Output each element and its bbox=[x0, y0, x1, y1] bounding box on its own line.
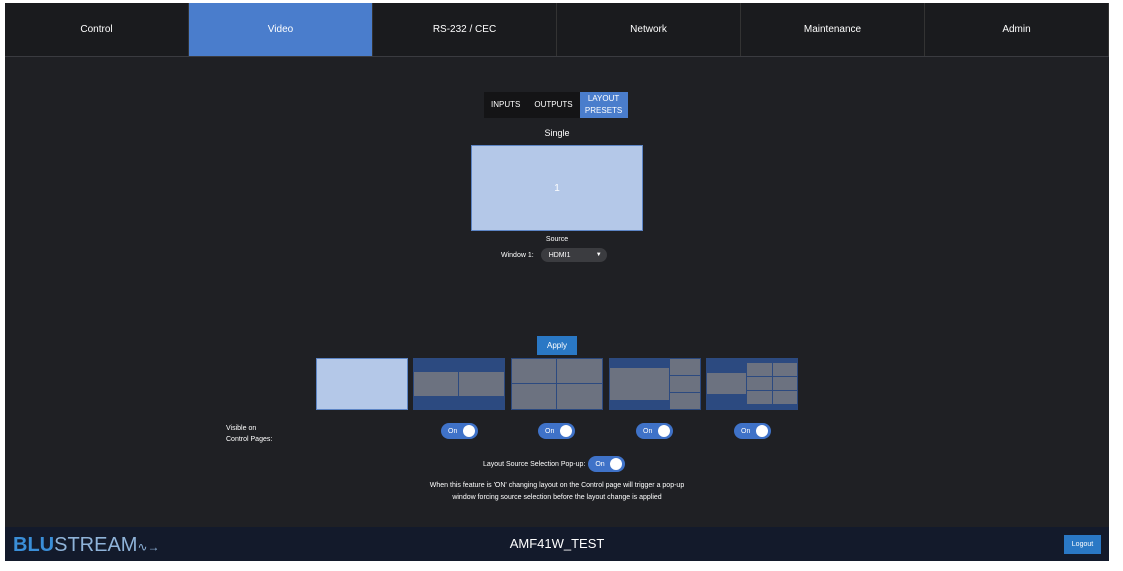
window-label: Window 1: bbox=[501, 251, 534, 259]
source-label: Source bbox=[545, 236, 569, 243]
toggle-knob bbox=[463, 425, 475, 437]
visible-toggle-main-plus-three[interactable]: On bbox=[636, 423, 673, 439]
toggle-label: On bbox=[448, 427, 458, 435]
visible-toggle-dual[interactable]: On bbox=[441, 423, 478, 439]
select-value: HDMI1 bbox=[548, 251, 571, 259]
visible-on-control-label: Visible on Control Pages: bbox=[226, 425, 273, 443]
visible-toggle-main-plus-six[interactable]: On bbox=[734, 423, 771, 439]
window-source-row: Window 1: HDMI1 ▼ bbox=[501, 248, 607, 262]
tab-rs232-cec[interactable]: RS-232 / CEC bbox=[373, 3, 557, 56]
subtab-outputs[interactable]: OUTPUTS bbox=[527, 92, 579, 118]
popup-note-text: When this feature is 'ON' changing layou… bbox=[429, 482, 685, 501]
preset-main-plus-six[interactable] bbox=[706, 358, 798, 410]
subtab-inputs[interactable]: INPUTS bbox=[484, 92, 527, 118]
popup-toggle[interactable]: On bbox=[588, 456, 626, 472]
footer: BLUSTREAM∿→ AMF41W_TEST Logout bbox=[5, 527, 1109, 561]
tab-admin[interactable]: Admin bbox=[925, 3, 1109, 56]
tab-maintenance[interactable]: Maintenance bbox=[741, 3, 925, 56]
popup-label: Layout Source Selection Pop-up: bbox=[483, 460, 586, 468]
popup-note: When this feature is 'ON' changing layou… bbox=[5, 480, 1109, 504]
preset-main-plus-three[interactable] bbox=[609, 358, 701, 410]
visible-toggle-quad[interactable]: On bbox=[538, 423, 575, 439]
app: Control Video RS-232 / CEC Network Maint… bbox=[5, 3, 1109, 561]
layout-title: Single bbox=[544, 128, 570, 138]
tab-control[interactable]: Control bbox=[5, 3, 189, 56]
tab-network[interactable]: Network bbox=[557, 3, 741, 56]
toggle-knob bbox=[658, 425, 670, 437]
preset-single[interactable] bbox=[316, 358, 408, 410]
subtab-layout-presets[interactable]: LAYOUT PRESETS bbox=[579, 92, 628, 118]
logout-button[interactable]: Logout bbox=[1064, 535, 1101, 554]
window-source-select[interactable]: HDMI1 ▼ bbox=[540, 248, 607, 262]
toggle-label: On bbox=[741, 427, 751, 435]
top-nav: Control Video RS-232 / CEC Network Maint… bbox=[5, 3, 1109, 57]
toggle-label: On bbox=[643, 427, 653, 435]
window-number: 1 bbox=[554, 182, 560, 194]
toggle-knob bbox=[560, 425, 572, 437]
preset-dual[interactable] bbox=[413, 358, 505, 410]
toggle-label: On bbox=[595, 460, 605, 468]
caret-down-icon: ▼ bbox=[595, 252, 602, 258]
layout-preview-window[interactable]: 1 bbox=[471, 145, 643, 231]
apply-button[interactable]: Apply bbox=[537, 336, 577, 355]
toggle-knob bbox=[756, 425, 768, 437]
toggle-label: On bbox=[545, 427, 555, 435]
preset-quad[interactable] bbox=[511, 358, 603, 410]
device-name: AMF41W_TEST bbox=[509, 536, 605, 551]
subtabs: INPUTS OUTPUTS LAYOUT PRESETS bbox=[484, 92, 628, 118]
popup-setting-row: Layout Source Selection Pop-up: On bbox=[483, 456, 626, 472]
tab-video[interactable]: Video bbox=[189, 3, 373, 56]
toggle-knob bbox=[610, 458, 623, 470]
